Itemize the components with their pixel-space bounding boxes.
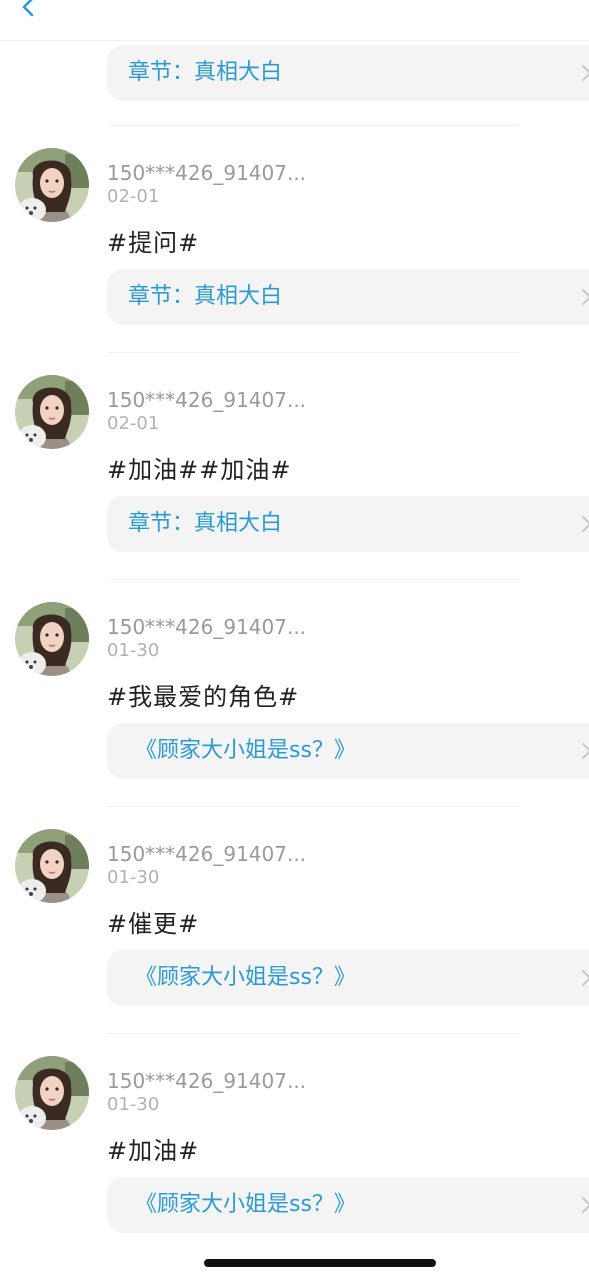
chapter-link-label: 章节：真相大白 bbox=[128, 511, 283, 536]
book-link-label: 《顾家大小姐是ss？》 bbox=[135, 965, 356, 990]
username[interactable]: 150***426_91407... bbox=[107, 161, 306, 185]
chevron-right-icon bbox=[582, 65, 589, 81]
post-item: 150***426_91407... 01-30 #催更# 《顾家大小姐是ss？… bbox=[0, 829, 589, 1056]
post-date: 01-30 bbox=[107, 640, 160, 661]
post-content: #催更# bbox=[107, 910, 200, 938]
divider bbox=[107, 352, 519, 353]
username[interactable]: 150***426_91407... bbox=[107, 615, 306, 639]
avatar[interactable] bbox=[15, 1056, 89, 1130]
chevron-right-icon bbox=[582, 516, 589, 532]
book-link-label: 《顾家大小姐是ss？》 bbox=[135, 738, 356, 763]
top-bar bbox=[0, 0, 589, 41]
avatar[interactable] bbox=[15, 829, 89, 903]
post-content: #提问# bbox=[107, 229, 200, 257]
book-link-card[interactable]: 《顾家大小姐是ss？》 bbox=[107, 950, 589, 1006]
book-link-label: 《顾家大小姐是ss？》 bbox=[135, 1192, 356, 1217]
post-date: 02-01 bbox=[107, 413, 160, 434]
chapter-link-card[interactable]: 章节：真相大白 bbox=[107, 45, 589, 101]
divider bbox=[107, 1033, 519, 1034]
post-date: 01-30 bbox=[107, 1094, 160, 1115]
post-feed[interactable]: 章节：真相大白 150***426_91407... 02-01 #提问# 章节… bbox=[0, 40, 589, 1280]
book-link-card[interactable]: 《顾家大小姐是ss？》 bbox=[107, 723, 589, 779]
avatar[interactable] bbox=[15, 148, 89, 222]
username[interactable]: 150***426_91407... bbox=[107, 388, 306, 412]
chapter-link-card[interactable]: 章节：真相大白 bbox=[107, 496, 589, 552]
post-item: 150***426_91407... 01-30 #加油# 《顾家大小姐是ss？… bbox=[0, 1056, 589, 1280]
book-link-card[interactable]: 《顾家大小姐是ss？》 bbox=[107, 1177, 589, 1233]
home-indicator[interactable] bbox=[204, 1259, 436, 1267]
chapter-link-card[interactable]: 章节：真相大白 bbox=[107, 269, 589, 325]
post-date: 01-30 bbox=[107, 867, 160, 888]
divider bbox=[107, 579, 519, 580]
chevron-right-icon bbox=[582, 970, 589, 986]
post-content: #加油##加油# bbox=[107, 456, 292, 484]
post-content: #我最爱的角色# bbox=[107, 683, 300, 711]
username[interactable]: 150***426_91407... bbox=[107, 1069, 306, 1093]
post-item: 150***426_91407... 02-01 #加油##加油# 章节：真相大… bbox=[0, 375, 589, 602]
chevron-right-icon bbox=[582, 289, 589, 305]
avatar[interactable] bbox=[15, 375, 89, 449]
divider bbox=[107, 806, 519, 807]
avatar[interactable] bbox=[15, 602, 89, 676]
post-content: #加油# bbox=[107, 1137, 200, 1165]
chapter-link-label: 章节：真相大白 bbox=[128, 60, 283, 85]
divider bbox=[107, 125, 519, 126]
chevron-left-icon[interactable] bbox=[16, 0, 44, 22]
chevron-right-icon bbox=[582, 1197, 589, 1213]
chevron-right-icon bbox=[582, 743, 589, 759]
username[interactable]: 150***426_91407... bbox=[107, 842, 306, 866]
post-item: 150***426_91407... 02-01 #提问# 章节：真相大白 bbox=[0, 148, 589, 375]
post-date: 02-01 bbox=[107, 186, 160, 207]
post-item: 150***426_91407... 01-30 #我最爱的角色# 《顾家大小姐… bbox=[0, 602, 589, 829]
chapter-link-label: 章节：真相大白 bbox=[128, 284, 283, 309]
